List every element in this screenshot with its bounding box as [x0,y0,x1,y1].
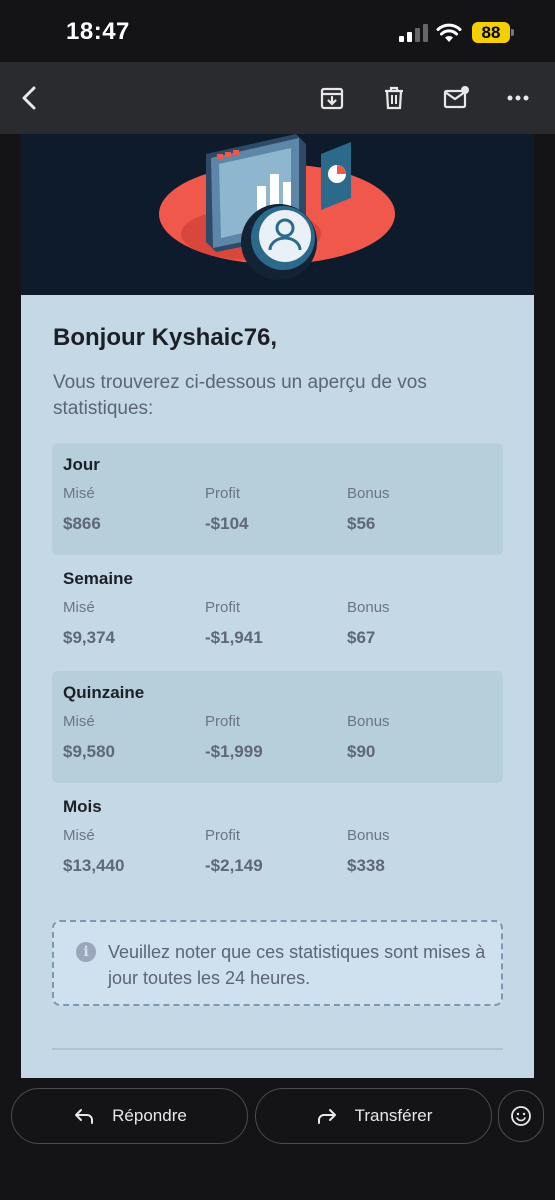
status-bar: 18:47 88 [0,0,555,62]
stat-mise: Misé $9,374 [63,599,115,648]
email-toolbar [0,62,555,134]
email-greeting: Bonjour Kyshaic76, [53,324,278,351]
stats-block-day: Jour Misé $866 Profit -$104 Bonus $56 [52,443,503,555]
stat-mise: Misé $866 [63,485,101,534]
wifi-icon [436,23,462,42]
stats-period-title: Mois [63,797,102,816]
mark-unread-button[interactable] [436,78,476,118]
back-icon [22,86,36,110]
stats-block-month: Mois Misé $13,440 Profit -$2,149 Bonus $… [52,785,503,897]
email-intro-text: Vous trouverez ci-dessous un aperçu de v… [53,372,427,419]
archive-icon [320,87,344,110]
stat-bonus: Bonus $67 [347,599,390,648]
stat-bonus: Bonus $90 [347,713,390,762]
more-icon [507,95,529,101]
stat-bonus: Bonus $338 [347,827,390,876]
stat-value: $67 [347,628,376,647]
stat-value: -$1,999 [205,742,263,761]
stat-label: Misé [63,599,95,616]
stat-label: Misé [63,713,95,730]
stat-profit: Profit -$1,941 [205,599,263,648]
stat-value: $9,580 [63,742,115,761]
more-options-button[interactable] [498,78,538,118]
archive-button[interactable] [312,78,352,118]
stat-mise: Misé $13,440 [63,827,124,876]
status-time: 18:47 [66,18,130,45]
stat-profit: Profit -$1,999 [205,713,263,762]
stat-label: Profit [205,485,241,502]
stat-value: $56 [347,514,376,533]
update-notice: i Veuillez noter que ces statistiques so… [52,920,503,1006]
reply-button[interactable]: Répondre [11,1088,248,1144]
battery-indicator: 88 [472,22,510,43]
stat-label: Misé [63,485,95,502]
email-body: Bonjour Kyshaic76, Vous trouverez ci-des… [21,134,534,1078]
mark-unread-icon [443,86,469,109]
forward-icon [317,1109,336,1124]
stat-profit: Profit -$2,149 [205,827,263,876]
stat-value: $338 [347,856,385,875]
stat-label: Profit [205,599,241,616]
forward-button[interactable]: Transférer [255,1088,492,1144]
back-button[interactable] [10,78,50,118]
stats-period-title: Jour [63,455,100,474]
stats-period-title: Semaine [63,569,133,588]
emoji-icon [511,1106,531,1126]
content-divider [52,1048,503,1050]
stat-value: $866 [63,514,101,533]
cellular-signal-icon [399,24,428,42]
stat-label: Misé [63,827,95,844]
stat-profit: Profit -$104 [205,485,248,534]
reply-label: Répondre [112,1106,187,1125]
update-notice-text: Veuillez noter que ces statistiques sont… [108,942,486,988]
reply-icon [75,1109,94,1124]
stat-value: $9,374 [63,628,115,647]
info-icon: i [76,942,96,962]
delete-button[interactable] [374,78,414,118]
email-hero-banner [21,134,534,295]
stat-label: Profit [205,827,241,844]
emoji-reaction-button[interactable] [498,1090,544,1142]
dashboard-illustration [159,134,395,280]
stat-value: -$104 [205,514,249,533]
stats-period-title: Quinzaine [63,683,145,702]
stat-value: $90 [347,742,376,761]
stats-block-fortnight: Quinzaine Misé $9,580 Profit -$1,999 Bon… [52,671,503,783]
stat-value: -$1,941 [205,628,263,647]
stat-label: Bonus [347,599,390,616]
battery-tip [511,29,514,36]
stats-block-week: Semaine Misé $9,374 Profit -$1,941 Bonus… [52,557,503,669]
stat-label: Bonus [347,827,390,844]
stat-mise: Misé $9,580 [63,713,115,762]
bottom-action-bar: Répondre Transférer [0,1078,555,1200]
delete-icon [385,86,403,110]
stat-label: Bonus [347,713,390,730]
stat-value: $13,440 [63,856,125,875]
stat-value: -$2,149 [205,856,263,875]
stat-bonus: Bonus $56 [347,485,390,534]
forward-label: Transférer [354,1106,433,1125]
stat-label: Profit [205,713,241,730]
stat-label: Bonus [347,485,390,502]
